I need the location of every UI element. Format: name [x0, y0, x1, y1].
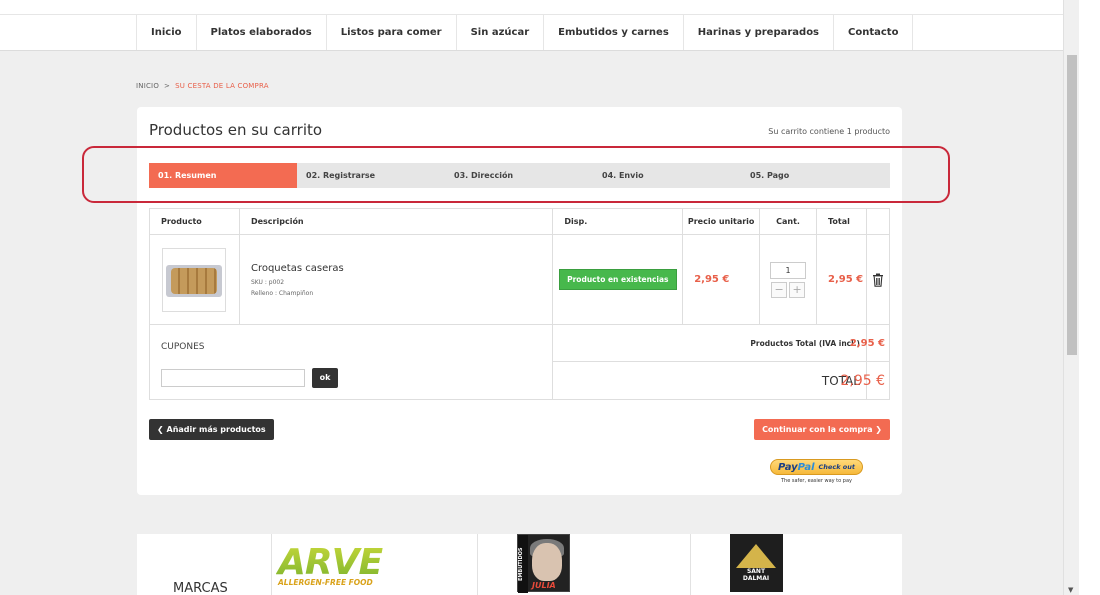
- chevron-left-icon: ❮: [157, 425, 164, 434]
- sant-dalmai-logo-text: SANT DALMAI: [736, 568, 776, 582]
- brand-divider: [690, 534, 691, 595]
- arve-logo-name: ARVE: [276, 542, 383, 583]
- product-unit-price-cell: 2,95 €: [682, 234, 761, 325]
- product-image[interactable]: [162, 247, 226, 312]
- quantity-input[interactable]: 1: [770, 261, 807, 279]
- line-total: 2,95 €: [828, 274, 864, 285]
- continue-label: Continuar con la compra: [762, 425, 873, 434]
- nav-item-embutidos-y-carnes[interactable]: Embutidos y carnes: [544, 15, 684, 50]
- col-header-actions: [865, 208, 891, 235]
- product-sku: SKU : p002: [250, 278, 285, 286]
- brand-divider: [271, 534, 272, 595]
- table-row: Croquetas caseras SKU : p002 Relleno : C…: [149, 234, 891, 325]
- nav-item-inicio[interactable]: Inicio: [137, 15, 197, 50]
- page-title: Productos en su carrito: [149, 121, 323, 139]
- arve-logo-tagline: ALLERGEN-FREE FOOD: [277, 578, 373, 587]
- embutidos-julia-logo[interactable]: EMBUTIDOS JULIA: [517, 534, 570, 593]
- col-header-unit-price: Precio unitario: [682, 208, 761, 235]
- stock-badge: Producto en existencias: [559, 269, 677, 290]
- product-delete-cell: [865, 234, 891, 325]
- breadcrumb-current: SU CESTA DE LA COMPRA: [175, 82, 269, 90]
- julia-logo-face: [532, 543, 562, 581]
- top-strip: [0, 0, 1063, 15]
- sant-dalmai-logo[interactable]: SANT DALMAI: [730, 534, 783, 592]
- grand-total-value: 2,95 €: [840, 361, 891, 400]
- col-header-product: Producto: [149, 208, 240, 235]
- coupon-input[interactable]: [161, 369, 305, 387]
- paypal-pill: PayPal Check out: [770, 459, 863, 475]
- main-nav: Inicio Platos elaborados Listos para com…: [136, 15, 914, 50]
- quantity-stepper: − +: [760, 281, 816, 298]
- trash-icon[interactable]: [872, 273, 884, 287]
- paypal-logo-pal: Pal: [797, 461, 815, 473]
- top-navigation-bar: Inicio Platos elaborados Listos para com…: [0, 0, 1063, 51]
- add-more-products-button[interactable]: ❮ Añadir más productos: [149, 419, 274, 440]
- coupon-row: ok: [161, 368, 541, 388]
- products-total-value: 2,95 €: [850, 324, 891, 362]
- add-more-label: Añadir más productos: [166, 425, 266, 434]
- product-total-cell: 2,95 €: [816, 234, 867, 325]
- product-image-cell: [149, 234, 240, 325]
- scroll-down-arrow-icon[interactable]: ▼: [1068, 586, 1073, 594]
- nav-item-contacto[interactable]: Contacto: [834, 15, 914, 50]
- coupon-label: CUPONES: [161, 342, 205, 352]
- brands-strip: MARCAS ARVE ALLERGEN-FREE FOOD EMBUTIDOS…: [137, 534, 902, 595]
- col-header-availability: Disp.: [552, 208, 684, 235]
- col-header-total: Total: [816, 208, 867, 235]
- brands-title: MARCAS: [173, 581, 228, 595]
- product-image-croquettes: [171, 267, 217, 294]
- cart-count-text: Su carrito contiene 1 producto: [768, 127, 890, 136]
- julia-logo-side-text: EMBUTIDOS: [518, 535, 528, 593]
- product-qty-cell: 1 − +: [759, 234, 818, 325]
- scroll-thumb[interactable]: [1067, 55, 1077, 355]
- col-header-qty: Cant.: [759, 208, 818, 235]
- sant-dalmai-line2: DALMAI: [742, 575, 770, 582]
- qty-increase-button[interactable]: +: [789, 281, 806, 298]
- nav-item-platos-elaborados[interactable]: Platos elaborados: [197, 15, 327, 50]
- breadcrumb: INICIO > SU CESTA DE LA COMPRA: [136, 82, 269, 90]
- sant-dalmai-mountain-icon: [736, 544, 776, 568]
- product-name[interactable]: Croquetas caseras: [251, 263, 552, 274]
- coupon-ok-button[interactable]: ok: [312, 368, 338, 388]
- sant-dalmai-line1: SANT: [746, 568, 766, 575]
- product-description-cell: Croquetas caseras SKU : p002 Relleno : C…: [238, 234, 554, 325]
- product-availability-cell: Producto en existencias: [552, 234, 684, 325]
- coupon-cell: CUPONES ok: [148, 324, 554, 400]
- window-edge: [1079, 0, 1100, 595]
- product-filling: Relleno : Champiñon: [250, 289, 314, 297]
- paypal-tagline: The safer, easier way to pay: [781, 478, 852, 484]
- paypal-logo: PayPal: [778, 462, 815, 473]
- arve-logo[interactable]: ARVE ALLERGEN-FREE FOOD: [276, 540, 388, 588]
- chevron-right-icon: ❯: [875, 425, 882, 434]
- steps-highlight-annotation: [82, 146, 950, 203]
- unit-price: 2,95 €: [694, 274, 730, 285]
- nav-item-harinas-y-preparados[interactable]: Harinas y preparados: [684, 15, 835, 50]
- products-total-amount: 2,95 €: [849, 337, 885, 349]
- breadcrumb-home[interactable]: INICIO: [136, 82, 159, 90]
- qty-decrease-button[interactable]: −: [771, 281, 788, 298]
- paypal-logo-pay: Pay: [778, 461, 798, 473]
- julia-logo-word: JULIA: [532, 581, 556, 590]
- page-scrollbar[interactable]: ▼: [1063, 0, 1079, 595]
- table-header-row: Producto Descripción Disp. Precio unitar…: [149, 208, 891, 235]
- col-header-description: Descripción: [238, 208, 554, 235]
- nav-item-sin-azucar[interactable]: Sin azúcar: [457, 15, 545, 50]
- continue-checkout-button[interactable]: Continuar con la compra ❯: [754, 419, 890, 440]
- products-total-label: Productos Total (IVA incl.): [552, 324, 867, 362]
- subtotal-row: CUPONES ok Productos Total (IVA incl.) 2…: [148, 324, 891, 400]
- breadcrumb-separator: >: [164, 82, 171, 90]
- grand-total-label: TOTAL: [552, 361, 867, 400]
- paypal-checkout-button[interactable]: PayPal Check out The safer, easier way t…: [770, 459, 863, 484]
- brand-divider: [477, 534, 478, 595]
- grand-total-amount: 2,95 €: [840, 372, 885, 389]
- cart-table: Producto Descripción Disp. Precio unitar…: [148, 208, 891, 400]
- nav-item-listos-para-comer[interactable]: Listos para comer: [327, 15, 457, 50]
- paypal-checkout-label: Check out: [818, 463, 855, 471]
